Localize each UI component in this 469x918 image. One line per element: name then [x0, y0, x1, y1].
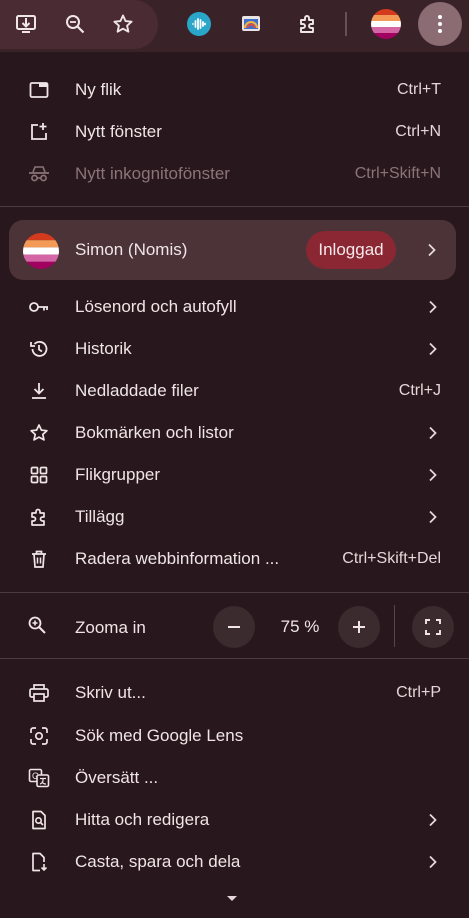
fullscreen-button[interactable]: [412, 606, 454, 648]
incognito-icon: [27, 162, 51, 186]
menu-item-google-lens[interactable]: Sök med Google Lens: [0, 715, 469, 757]
new-window-icon: [27, 120, 51, 144]
menu-item-shortcut: Ctrl+N: [395, 123, 441, 140]
lens-icon: [27, 724, 51, 748]
menu-item-shortcut: Ctrl+J: [398, 382, 441, 399]
menu-item-incognito: Nytt inkognitofönster Ctrl+Skift+N: [0, 153, 469, 195]
menu-item-label: Nytt inkognitofönster: [75, 164, 230, 183]
zoom-value: 75 %: [280, 617, 320, 636]
chevron-right-icon: [426, 243, 438, 257]
download-icon[interactable]: [8, 6, 44, 42]
menu-item-label: Radera webbinformation ...: [75, 549, 280, 568]
menu-item-label: Bokmärken och listor: [75, 423, 234, 442]
bookmark-star-icon[interactable]: [105, 6, 141, 42]
extensions-puzzle-icon[interactable]: [290, 6, 326, 42]
trash-icon: [27, 547, 51, 571]
menu-item-label: Casta, spara och dela: [75, 852, 241, 871]
menu-item-translate[interactable]: G Översätt ...: [0, 757, 469, 799]
menu-item-label: Översätt ...: [75, 768, 159, 787]
zoom-in-button[interactable]: [338, 606, 380, 648]
menu-item-clear-data[interactable]: Radera webbinformation ... Ctrl+Skift+De…: [0, 538, 469, 580]
menu-item-bookmarks[interactable]: Bokmärken och listor: [0, 412, 469, 454]
menu-item-history[interactable]: Historik: [0, 328, 469, 370]
menu-item-label: Ny flik: [75, 80, 122, 99]
menu-item-shortcut: Ctrl+Skift+Del: [342, 550, 441, 567]
menu-item-find-edit[interactable]: Hitta och redigera: [0, 799, 469, 841]
history-icon: [27, 337, 51, 361]
browser-toolbar: [0, 0, 469, 52]
extension-audio-icon[interactable]: [181, 6, 217, 42]
minus-icon: [228, 626, 240, 628]
menu-divider: [0, 206, 469, 207]
menu-item-shortcut: Ctrl+T: [397, 81, 441, 98]
zoom-row: Zooma in 75 %: [0, 605, 469, 650]
menu-item-cast-save-share[interactable]: Casta, spara och dela: [0, 841, 469, 883]
menu-item-label: Nytt fönster: [75, 122, 162, 141]
profile-avatar[interactable]: [368, 6, 404, 42]
chevron-right-icon: [427, 855, 439, 869]
menu-item-label: Nedladdade filer: [75, 381, 199, 400]
find-icon: [27, 808, 51, 832]
printer-icon: [27, 681, 51, 705]
download-arrow-icon: [27, 379, 51, 403]
tab-groups-icon: [27, 463, 51, 487]
menu-item-label: Hitta och redigera: [75, 810, 210, 829]
profile-name: Simon (Nomis): [75, 240, 188, 259]
menu-item-shortcut: Ctrl+Skift+N: [354, 165, 441, 182]
menu-item-label: Lösenord och autofyll: [75, 297, 237, 316]
scroll-more-icon[interactable]: [224, 894, 240, 904]
chevron-right-icon: [427, 468, 439, 482]
fullscreen-icon: [425, 619, 441, 635]
zoom-in-icon: [27, 615, 47, 640]
zoom-label: Zooma in: [75, 618, 146, 637]
chevron-right-icon: [427, 813, 439, 827]
menu-item-label: Flikgrupper: [75, 465, 161, 484]
chevron-right-icon: [427, 342, 439, 356]
zoom-out-button[interactable]: [213, 606, 255, 648]
status-badge[interactable]: Inloggad: [306, 231, 396, 269]
menu-item-shortcut: Ctrl+P: [396, 684, 441, 701]
zoom-separator: [394, 605, 395, 647]
plus-icon: [353, 621, 365, 633]
key-icon: [27, 295, 51, 319]
extension-cast-icon[interactable]: [233, 6, 269, 42]
menu-item-label: Sök med Google Lens: [75, 726, 244, 745]
puzzle-icon: [27, 505, 51, 529]
star-icon: [27, 421, 51, 445]
menu-divider: [0, 592, 469, 593]
menu-item-tab-groups[interactable]: Flikgrupper: [0, 454, 469, 496]
chevron-right-icon: [427, 426, 439, 440]
translate-icon: G: [27, 766, 51, 790]
menu-item-downloads[interactable]: Nedladdade filer Ctrl+J: [0, 370, 469, 412]
avatar: [23, 233, 59, 269]
browser-main-menu: Ny flik Ctrl+T Nytt fönster Ctrl+N Nytt …: [0, 52, 469, 918]
chevron-right-icon: [427, 510, 439, 524]
menu-item-label: Historik: [75, 339, 132, 358]
zoom-icon[interactable]: [57, 6, 93, 42]
save-share-icon: [27, 850, 51, 874]
menu-item-extensions[interactable]: Tillägg: [0, 496, 469, 538]
menu-item-print[interactable]: Skriv ut... Ctrl+P: [0, 672, 469, 714]
new-tab-icon: [27, 78, 51, 102]
chevron-right-icon: [427, 300, 439, 314]
toolbar-separator: [345, 12, 347, 36]
menu-item-label: Tillägg: [75, 507, 125, 526]
menu-divider: [0, 658, 469, 659]
profile-row[interactable]: Simon (Nomis) Inloggad: [9, 220, 456, 280]
menu-item-new-tab[interactable]: Ny flik Ctrl+T: [0, 69, 469, 111]
menu-item-new-window[interactable]: Nytt fönster Ctrl+N: [0, 111, 469, 153]
kebab-menu-icon[interactable]: [418, 2, 462, 46]
menu-item-passwords[interactable]: Lösenord och autofyll: [0, 286, 469, 328]
menu-item-label: Skriv ut...: [75, 683, 146, 702]
